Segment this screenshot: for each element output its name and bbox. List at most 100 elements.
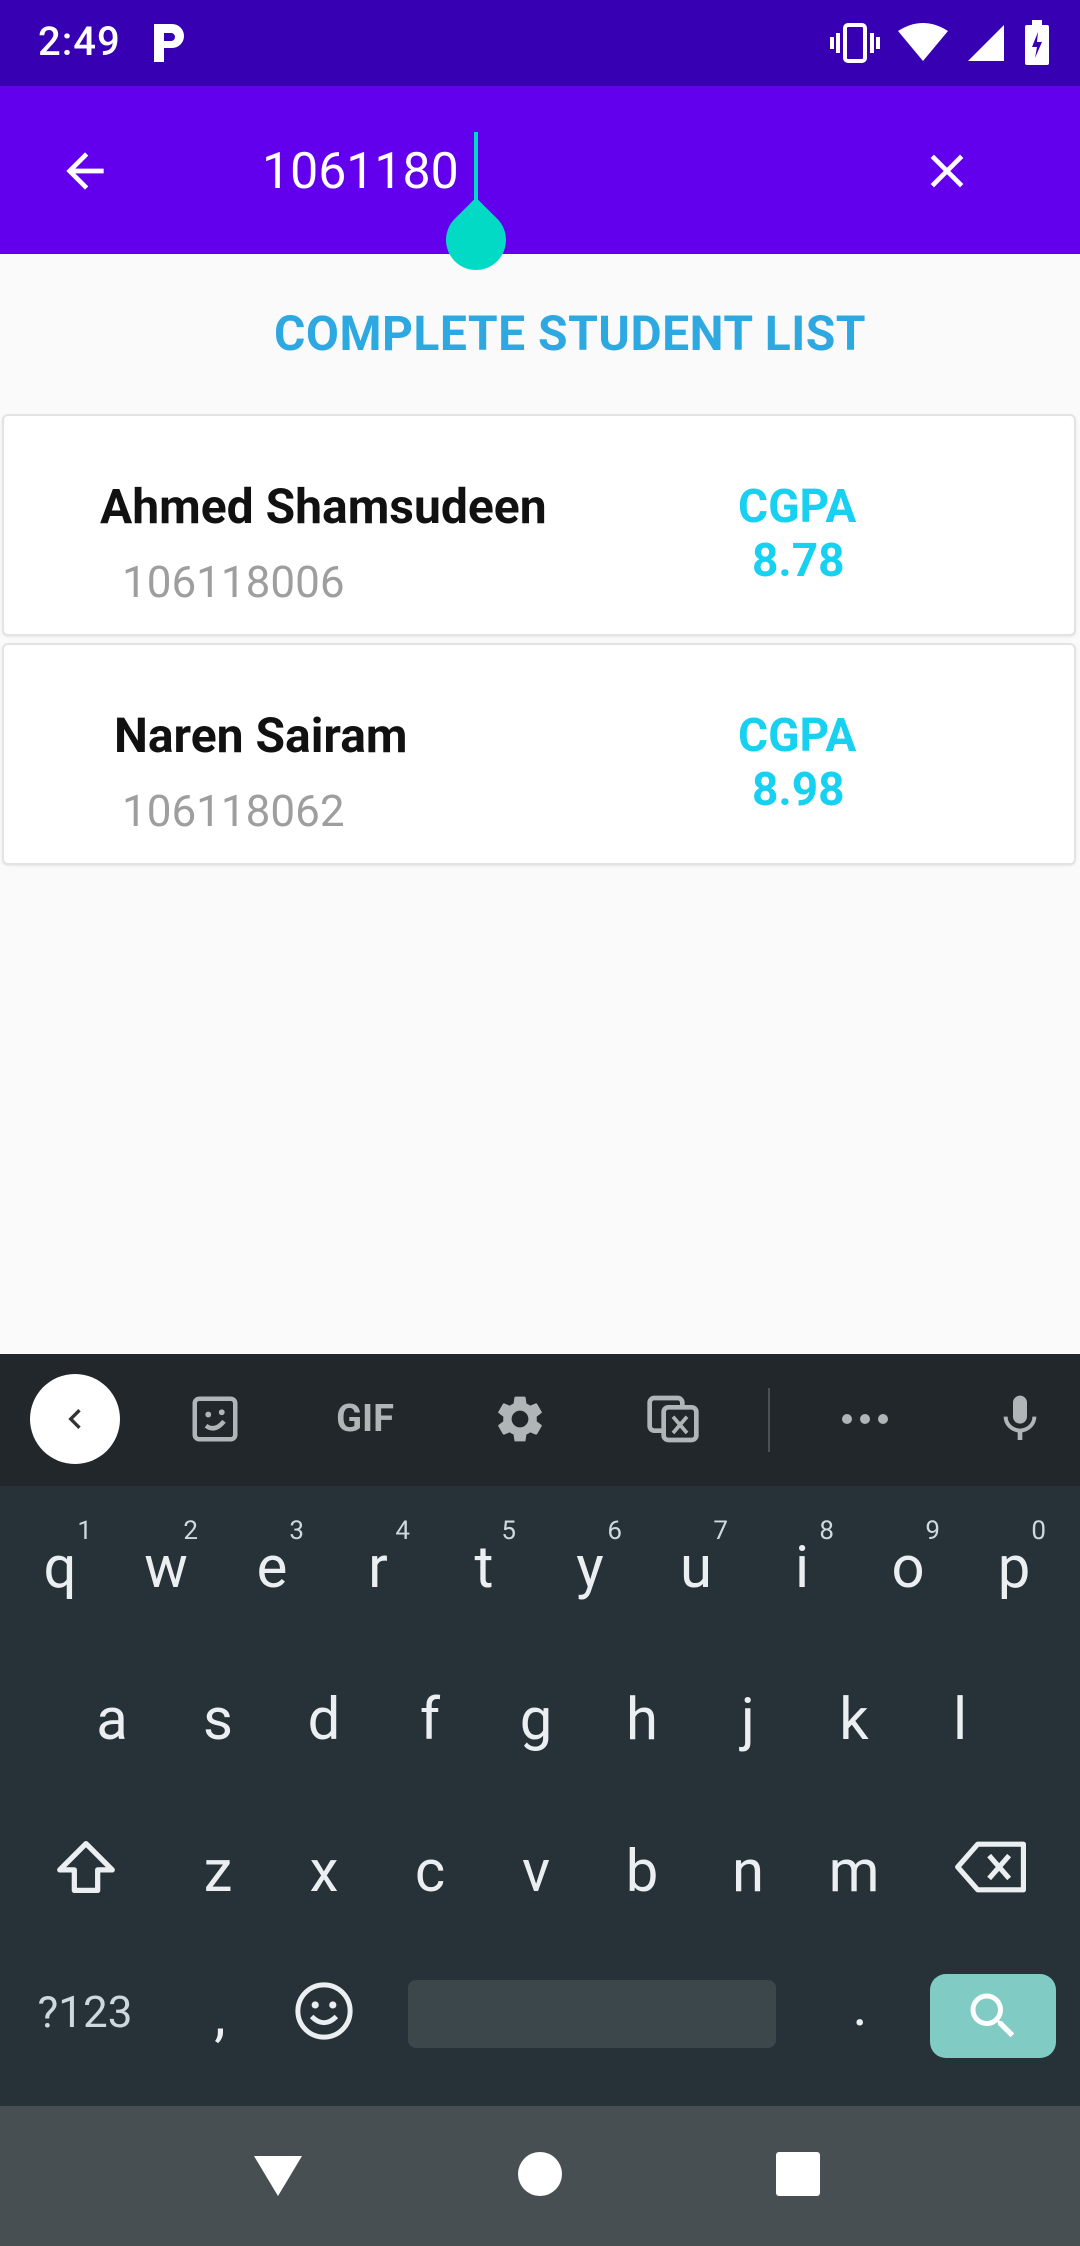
parking-notification-icon — [154, 24, 184, 62]
cgpa-value: 8.78 — [752, 534, 845, 588]
key-t[interactable]: t5 — [434, 1516, 534, 1602]
gif-button[interactable]: GIF — [320, 1384, 410, 1454]
key-r[interactable]: r4 — [328, 1516, 428, 1602]
shift-icon — [57, 1841, 115, 1893]
search-input[interactable] — [262, 132, 862, 212]
search-app-bar — [0, 86, 1080, 283]
key-w[interactable]: w2 — [116, 1516, 216, 1602]
key-g[interactable]: g — [486, 1686, 586, 1754]
more-options-button[interactable] — [830, 1384, 900, 1454]
translate-button[interactable] — [638, 1384, 708, 1454]
student-id: 106118062 — [122, 785, 345, 837]
key-b[interactable]: b — [592, 1838, 692, 1906]
student-name: Ahmed Shamsudeen — [100, 478, 547, 535]
battery-icon — [1025, 20, 1049, 65]
key-a[interactable]: a — [62, 1686, 162, 1754]
key-hint: 7 — [713, 1516, 728, 1546]
sticker-button[interactable] — [180, 1384, 250, 1454]
key-hint: 8 — [819, 1516, 834, 1546]
backspace-icon — [955, 1841, 1026, 1893]
list-title: COMPLETE STUDENT LIST — [273, 305, 867, 362]
nav-home-icon[interactable] — [514, 2146, 566, 2202]
key-x[interactable]: x — [274, 1838, 374, 1906]
key-hint: 4 — [395, 1516, 410, 1546]
key-hint: 0 — [1031, 1516, 1046, 1546]
status-icons — [830, 18, 1050, 68]
nav-recents-icon[interactable] — [772, 2148, 824, 2200]
keyboard-toolbar: GIF — [0, 1354, 1080, 1486]
key-label: t — [474, 1534, 494, 1602]
key-label: u — [680, 1534, 712, 1602]
shift-key[interactable] — [36, 1832, 136, 1912]
student-card[interactable]: Ahmed Shamsudeen 106118006 CGPA 8.78 — [2, 414, 1076, 636]
clear-search-button[interactable] — [912, 136, 982, 206]
cgpa-value: 8.98 — [752, 763, 845, 817]
more-horizontal-icon — [842, 1414, 888, 1424]
key-d[interactable]: d — [274, 1686, 374, 1754]
soft-keyboard: GIF q1 w2 e3 r4 t5 y6 u7 i 8 o 9 p 0 a s… — [0, 1354, 1080, 2106]
sticker-icon — [192, 1396, 238, 1442]
key-c[interactable]: c — [380, 1838, 480, 1906]
key-label: y — [576, 1534, 604, 1602]
key-hint: 9 — [925, 1516, 940, 1546]
key-i[interactable]: i8 — [752, 1516, 852, 1602]
comma-key[interactable]: , — [170, 1982, 270, 2050]
key-label: q — [43, 1534, 77, 1602]
search-icon — [970, 1993, 1015, 2038]
key-label: w — [144, 1534, 188, 1602]
nav-back-icon[interactable] — [250, 2146, 306, 2202]
translate-icon — [647, 1395, 699, 1443]
key-y[interactable]: y6 — [540, 1516, 640, 1602]
key-label: o — [891, 1534, 925, 1602]
keyboard-settings-button[interactable] — [485, 1384, 555, 1454]
search-key[interactable] — [930, 1974, 1056, 2058]
key-hint: 6 — [607, 1516, 622, 1546]
student-id: 106118006 — [122, 556, 345, 608]
status-bar: 2:49 — [0, 0, 1080, 86]
key-o[interactable]: o9 — [858, 1516, 958, 1602]
key-j[interactable]: j — [698, 1686, 798, 1754]
chevron-left-icon — [68, 1409, 81, 1429]
key-u[interactable]: u7 — [646, 1516, 746, 1602]
period-key[interactable]: . — [810, 1972, 910, 2040]
key-z[interactable]: z — [168, 1838, 268, 1906]
key-k[interactable]: k — [804, 1686, 904, 1754]
microphone-icon — [1003, 1395, 1037, 1440]
gear-icon — [498, 1396, 542, 1442]
key-hint: 2 — [183, 1516, 198, 1546]
signal-icon — [968, 25, 1004, 61]
key-hint: 5 — [501, 1516, 516, 1546]
key-hint: 3 — [289, 1516, 304, 1546]
key-label: i — [794, 1534, 810, 1602]
key-p[interactable]: p0 — [964, 1516, 1064, 1602]
key-label: r — [368, 1534, 388, 1602]
student-card[interactable]: Naren Sairam 106118062 CGPA 8.98 — [2, 643, 1076, 865]
back-button[interactable] — [50, 136, 120, 206]
backspace-key[interactable] — [942, 1832, 1042, 1912]
toolbar-divider — [768, 1388, 770, 1452]
wifi-icon — [898, 23, 948, 61]
symbols-key[interactable]: ?123 — [20, 1986, 150, 2038]
key-s[interactable]: s — [168, 1686, 268, 1754]
emoji-icon — [295, 1982, 353, 2040]
key-l[interactable]: l — [910, 1686, 1010, 1754]
key-e[interactable]: e3 — [222, 1516, 322, 1602]
emoji-key[interactable] — [274, 1978, 374, 2058]
key-f[interactable]: f — [380, 1686, 480, 1754]
close-icon — [930, 154, 964, 188]
key-m[interactable]: m — [804, 1838, 904, 1906]
vibrate-icon — [830, 23, 880, 63]
voice-input-button[interactable] — [985, 1384, 1055, 1454]
system-navigation-bar — [0, 2106, 1080, 2246]
key-q[interactable]: q1 — [10, 1516, 110, 1602]
key-label: e — [256, 1534, 288, 1602]
key-n[interactable]: n — [698, 1838, 798, 1906]
key-v[interactable]: v — [486, 1838, 586, 1906]
arrow-left-icon — [66, 152, 104, 190]
space-key[interactable] — [408, 1980, 776, 2048]
cgpa-label: CGPA — [738, 480, 857, 534]
key-h[interactable]: h — [592, 1686, 692, 1754]
student-name: Naren Sairam — [114, 707, 408, 764]
collapse-toolbar-button[interactable] — [30, 1374, 120, 1464]
key-hint: 1 — [77, 1516, 92, 1546]
